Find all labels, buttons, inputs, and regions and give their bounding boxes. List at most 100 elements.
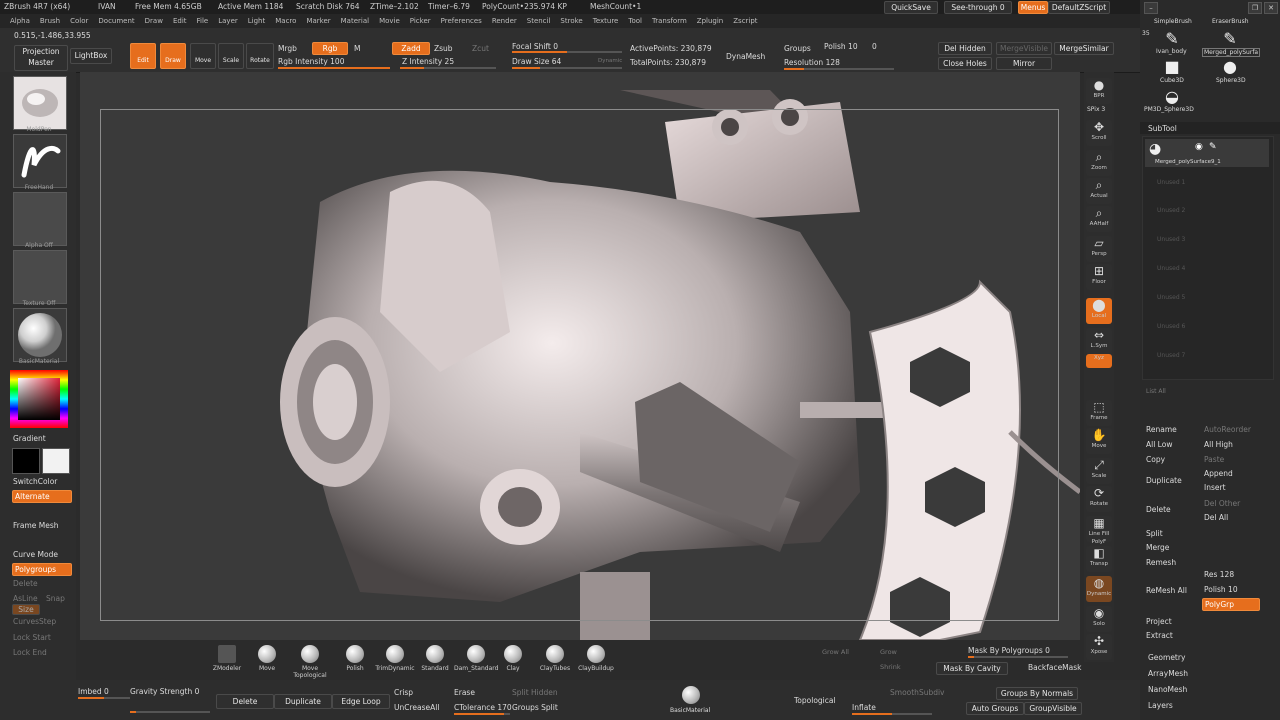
split-hidden-button[interactable]: Split Hidden: [512, 688, 558, 697]
rgb-intensity-slider[interactable]: Rgb Intensity 100: [278, 57, 344, 66]
color-picker[interactable]: [10, 370, 68, 428]
inflate-slider[interactable]: Inflate: [852, 703, 876, 712]
polygrp-toggle[interactable]: PolyGrp: [1202, 598, 1260, 611]
tool-name-eraserbrush[interactable]: EraserBrush: [1212, 18, 1249, 25]
imbed-slider[interactable]: Imbed 0: [78, 687, 109, 696]
menu-stroke[interactable]: Stroke: [560, 14, 582, 28]
mirror-button[interactable]: Mirror: [996, 57, 1052, 70]
lock-start-toggle[interactable]: Lock Start: [13, 633, 51, 642]
default-zscript-button[interactable]: DefaultZScript: [1048, 1, 1110, 14]
material-thumbnail[interactable]: [13, 308, 67, 362]
brush-move-topological[interactable]: Move Topological: [288, 645, 332, 679]
panel-minimize-icon[interactable]: –: [1144, 2, 1158, 14]
arraymesh-section[interactable]: ArrayMesh: [1148, 669, 1188, 678]
menu-light[interactable]: Light: [248, 14, 265, 28]
persp-button[interactable]: ▱ Persp: [1086, 236, 1112, 262]
polish-slider[interactable]: Polish 10: [824, 42, 858, 51]
remesh-section[interactable]: Remesh: [1146, 558, 1176, 567]
mask-by-cavity-button[interactable]: Mask By Cavity: [936, 662, 1008, 675]
extract-section[interactable]: Extract: [1146, 631, 1173, 640]
layers-section[interactable]: Layers: [1148, 701, 1173, 710]
grow-button[interactable]: Grow: [880, 648, 897, 656]
snap-toggle[interactable]: Snap: [46, 594, 65, 603]
merge-section[interactable]: Merge: [1146, 543, 1169, 552]
pm3d-sphere-icon[interactable]: ◒: [1158, 86, 1186, 108]
polypaint-brush-icon[interactable]: ✎: [1209, 142, 1217, 152]
subtool-active-item[interactable]: ◕ ◉ ✎ Merged_polySurface9_1: [1145, 139, 1269, 167]
imbed-track[interactable]: [78, 697, 130, 699]
remesh-polish-slider[interactable]: Polish 10: [1204, 585, 1238, 594]
list-all-button[interactable]: List All: [1146, 388, 1166, 395]
sphere3d-icon[interactable]: ●: [1216, 56, 1244, 78]
paste-button[interactable]: Paste: [1204, 455, 1224, 464]
project-section[interactable]: Project: [1146, 617, 1172, 626]
menu-picker[interactable]: Picker: [410, 14, 431, 28]
window-restore-icon[interactable]: ❐: [1248, 2, 1262, 14]
mrgb-toggle[interactable]: Mrgb: [278, 44, 297, 53]
brush-dam-standard[interactable]: Dam_Standard: [454, 645, 498, 672]
quicksave-button[interactable]: QuickSave: [884, 1, 938, 14]
brush-zmodeler[interactable]: ZModeler: [210, 645, 244, 672]
floor-button[interactable]: ⊞ Floor: [1086, 264, 1112, 290]
rename-button[interactable]: Rename: [1146, 425, 1177, 434]
brush-standard[interactable]: Standard: [418, 645, 452, 672]
spix-slider[interactable]: SPix 3: [1087, 106, 1105, 113]
tool-name-sphere3d[interactable]: Sphere3D: [1216, 77, 1246, 84]
insert-button[interactable]: Insert: [1204, 483, 1226, 492]
switch-color-button[interactable]: SwitchColor: [13, 477, 57, 486]
bpr-button[interactable]: ● BPR: [1086, 78, 1112, 104]
zsub-toggle[interactable]: Zsub: [434, 44, 453, 53]
delete-button[interactable]: Delete: [216, 694, 274, 709]
menu-movie[interactable]: Movie: [379, 14, 400, 28]
main-color-swatch[interactable]: [12, 448, 40, 474]
visibility-eye-icon[interactable]: ◉: [1195, 142, 1203, 152]
scroll-button[interactable]: ✥ Scroll: [1086, 120, 1112, 146]
menus-toggle[interactable]: Menus: [1018, 1, 1048, 14]
brush-move[interactable]: Move: [250, 645, 284, 672]
smooth-subdiv-slider[interactable]: SmoothSubdiv: [890, 688, 945, 697]
menu-stencil[interactable]: Stencil: [527, 14, 551, 28]
del-hidden-button[interactable]: Del Hidden: [938, 42, 992, 55]
brush-clay[interactable]: Clay: [496, 645, 530, 672]
gravity-strength-track[interactable]: [130, 711, 210, 713]
brush-polish[interactable]: Polish: [338, 645, 372, 672]
remesh-all-button[interactable]: ReMesh All: [1146, 586, 1187, 595]
see-through-slider[interactable]: See-through 0: [944, 1, 1012, 14]
rgb-intensity-track[interactable]: [278, 67, 390, 69]
curve-size-toggle[interactable]: Size: [12, 604, 40, 615]
dynamesh-button[interactable]: DynaMesh: [726, 52, 765, 61]
menu-macro[interactable]: Macro: [275, 14, 296, 28]
subtool-slot[interactable]: Unused 7: [1157, 352, 1185, 359]
menu-draw[interactable]: Draw: [145, 14, 163, 28]
draw-size-slider[interactable]: Draw Size 64: [512, 57, 561, 66]
local-button[interactable]: ⬤ Local: [1086, 298, 1112, 324]
lsym-button[interactable]: ⇔ L.Sym: [1086, 328, 1112, 354]
alternate-toggle[interactable]: Alternate: [12, 490, 72, 503]
menu-material[interactable]: Material: [341, 14, 369, 28]
move-view-button[interactable]: ✋ Move: [1086, 428, 1112, 454]
menu-render[interactable]: Render: [492, 14, 517, 28]
edit-mode-button[interactable]: Edit: [130, 43, 156, 69]
grow-all-button[interactable]: Grow All: [822, 648, 849, 656]
gravity-strength-slider[interactable]: Gravity Strength 0: [130, 687, 199, 696]
erase-toggle[interactable]: Erase: [454, 688, 475, 697]
brush-trimdynamic[interactable]: TrimDynamic: [374, 645, 416, 672]
xpose-button[interactable]: ✣ Xpose: [1086, 634, 1112, 660]
groups-by-normals-button[interactable]: Groups By Normals: [996, 687, 1078, 700]
menu-document[interactable]: Document: [98, 14, 134, 28]
merge-similar-button[interactable]: MergeSimilar: [1054, 42, 1114, 55]
alpha-thumbnail[interactable]: [13, 192, 67, 246]
all-high-button[interactable]: All High: [1204, 440, 1233, 449]
ctolerance-track[interactable]: [454, 713, 510, 715]
duplicate-button[interactable]: Duplicate: [274, 694, 332, 709]
rotate-mode-button[interactable]: Rotate: [246, 43, 274, 69]
zcut-toggle[interactable]: Zcut: [472, 44, 489, 53]
rotate-view-button[interactable]: ⟳ Rotate: [1086, 486, 1112, 512]
append-button[interactable]: Append: [1204, 469, 1233, 478]
resolution-track[interactable]: [784, 68, 894, 70]
duplicate-subtool-button[interactable]: Duplicate: [1146, 476, 1182, 485]
subtool-slot[interactable]: Unused 3: [1157, 236, 1185, 243]
geometry-section[interactable]: Geometry: [1148, 653, 1185, 662]
asline-toggle[interactable]: AsLine: [13, 594, 38, 603]
menu-file[interactable]: File: [197, 14, 209, 28]
